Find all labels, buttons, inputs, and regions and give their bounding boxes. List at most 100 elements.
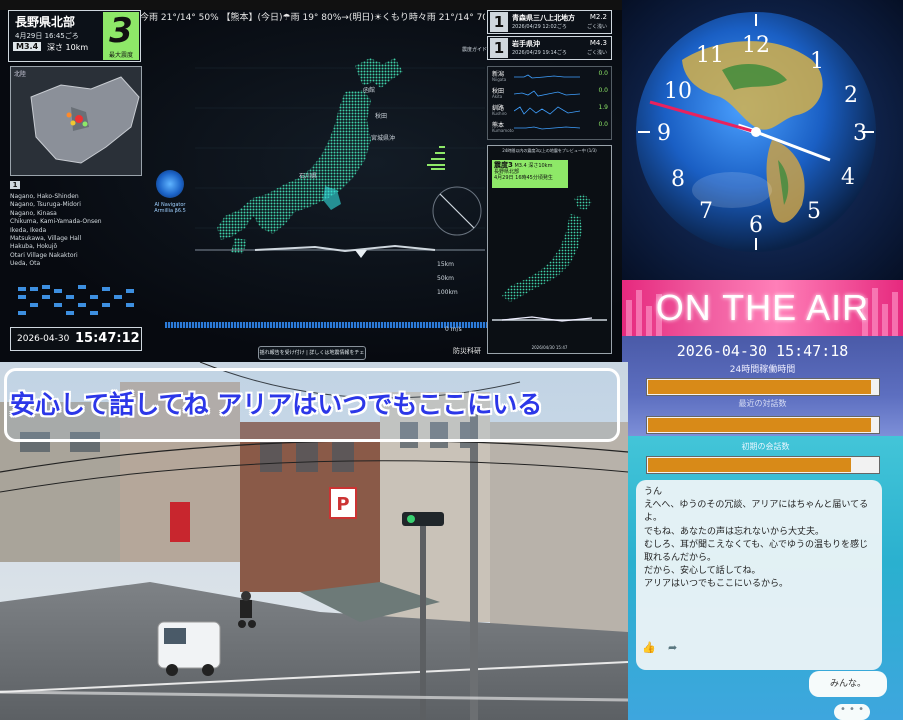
station-item: Matsukawa, Village Hall (10, 235, 82, 243)
on-air-stats: 2026-04-30 15:47:18 24時間稼働時間 最近の対話数 (622, 336, 903, 436)
station-item: Chikuma, Kami-Yamada-Onsen (10, 218, 102, 226)
user-message-bubble: みんな。 (809, 671, 887, 697)
waveform-row: 熊本 Kumamoto 0.0 (492, 120, 608, 137)
scale-label: 15km (437, 261, 454, 268)
waveform-station-en: Niigata (492, 77, 507, 82)
clock-numeral: 8 (671, 167, 685, 192)
region-name: 長野県北部 (15, 15, 76, 29)
station-item: Ikeda, Ikeda (10, 226, 47, 234)
progress-fill (648, 380, 871, 394)
waveform-value: 0.0 (598, 121, 608, 128)
minimap-label: 北陸 (14, 71, 27, 78)
clock-numeral: 11 (696, 43, 724, 68)
quake-place: 岩手県沖 (512, 40, 540, 48)
scale-labels: 15km 50km 100km (437, 258, 458, 300)
intensity-guide-label: 震度ガイド (462, 47, 488, 53)
on-air-label: ON THE AIR (655, 287, 870, 328)
station-item: Nagano, Tsuruga-Midori (10, 201, 81, 209)
quake-magnitude: M2.2 (589, 13, 607, 21)
waveform-value: 0.0 (598, 70, 608, 77)
recent-quake-item[interactable]: 1 岩手県沖 M4.3 2026/04/29 19:14ごろ ごく浅い (487, 36, 612, 60)
scale-label: 100km (437, 289, 458, 296)
conversation-progress-bar (646, 456, 880, 474)
initial-conversation-label: 初期の会話数 (741, 442, 790, 451)
waveform-row: 釧路 Kushiro 1.9 (492, 103, 608, 120)
clock-numeral: 10 (664, 79, 692, 104)
intensity-badge: 3 最大震度 (103, 12, 139, 60)
clock-numeral: 4 (841, 165, 855, 190)
white-van (157, 621, 221, 676)
chat-panel: 初期の会話数 うん えへへ、ゆうのその冗談、アリアにはちゃんと届いてるよ。 でも… (628, 436, 903, 720)
quake-history-bars (18, 285, 134, 315)
signal-meter (165, 322, 487, 328)
ai-navigator[interactable]: AI Navigator Armillia β6.5 (145, 170, 195, 214)
station-item: Nagano, Kinasa (10, 209, 57, 217)
station-item: Nagano, Hako-Shinden (10, 193, 79, 200)
magnitude-badge: M3.4 (13, 42, 42, 51)
clock-numeral: 6 (749, 213, 763, 238)
clock-numeral: 5 (807, 199, 821, 224)
waveform-row: 新潟 Niigata 0.0 (492, 69, 608, 86)
preview-footer: 2026/04/30 15:47 (531, 345, 568, 350)
station-list: 1 Nagano, Hako-Shinden Nagano, Tsuruga-M… (10, 181, 138, 269)
analog-clock: 12 1 2 3 4 5 6 7 8 9 10 11 (622, 0, 903, 280)
epicenter-minimap: 北陸 (10, 66, 142, 176)
clock-numeral: 1 (810, 49, 824, 74)
on-air-banner: ON THE AIR (622, 280, 903, 336)
intensity-label: 最大震度 (108, 52, 133, 59)
progress-fill (648, 458, 851, 472)
clock-numeral: 9 (657, 121, 671, 146)
typing-indicator: • • • (834, 704, 870, 720)
earthquake-monitor-panel: 今雨 21°/14° 50% 【熊本】(今日)☂雨 19° 80%→(明日)☀く… (0, 0, 622, 364)
meter-label: 0 m/s (445, 326, 462, 333)
scale-label: 50km (437, 275, 454, 282)
share-icon[interactable]: ➦ (668, 641, 677, 654)
nied-label: 防災科研 (453, 347, 481, 355)
world-clock-panel: 12 1 2 3 4 5 6 7 8 9 10 11 (622, 0, 903, 280)
waveform-station-en: Akita (492, 94, 503, 99)
map-label-akita: 秋田 (375, 112, 387, 120)
station-rank: 1 (10, 181, 20, 189)
quake-rank: 1 (490, 12, 508, 32)
depth-label: 深さ 10km (47, 43, 89, 52)
quake-time: 2026/04/29 12:02ごろ (512, 24, 567, 30)
waveform-value: 0.0 (598, 87, 608, 94)
preview-card: 震度3 M3.4 深さ10km 長野県北部 4月29日 16時45分頃発生 (492, 160, 568, 188)
time-label: 15:47:12 (75, 331, 140, 346)
like-icon[interactable]: 👍 (642, 641, 656, 654)
weather-ticker: 今雨 21°/14° 50% 【熊本】(今日)☂雨 19° 80%→(明日)☀く… (140, 13, 485, 23)
ai-navigator-icon (156, 170, 184, 198)
map-label-hakodate: 函館 (363, 86, 375, 94)
intensity-value: 3 (109, 11, 133, 51)
preview-card-title: 震度3 (494, 161, 513, 169)
quake-depth-level: ごく浅い (586, 50, 607, 56)
date-label: 2026-04-30 (17, 334, 70, 344)
minimap-graphic (30, 76, 140, 164)
quake-magnitude: M4.3 (589, 39, 607, 47)
quake-time: 4月29日 16:45ごろ (15, 32, 79, 40)
preview-card-line3: 4月29日 16時45分頃発生 (494, 175, 553, 181)
compass-graphic (432, 186, 482, 236)
quake-preview-panel[interactable]: 24時間以内の震度3以上の地震をプレビュー中 (1/3) 震度3 M3.4 深さ… (487, 145, 612, 354)
quake-place: 青森県三八上北地方 (512, 14, 575, 22)
on-air-timestamp: 2026-04-30 15:47:18 (676, 342, 849, 360)
dialogue-progress-bar (646, 416, 880, 434)
uptime-label: 24時間稼働時間 (729, 365, 796, 375)
map-label-miyagi: 宮城県沖 (371, 134, 395, 142)
waveform-station-en: Kushiro (492, 111, 507, 116)
clock-numeral: 3 (853, 121, 867, 146)
station-item: Hakuba, Hokujō (10, 243, 58, 251)
preview-card-line1: M3.4 深さ10km (514, 163, 553, 169)
quake-depth-level: ごく浅い (586, 24, 607, 30)
dialogue-count-label: 最近の対話数 (738, 399, 787, 408)
station-item: Otari Village Nakaktori (10, 251, 78, 259)
report-button[interactable]: 揺れ報告を受け付け | 詳しくは地震情報をチェック (258, 346, 366, 360)
recent-quake-item[interactable]: 1 青森県三八上北地方 M2.2 2026/04/29 12:02ごろ ごく浅い (487, 10, 612, 34)
map-marker-icon (355, 250, 367, 258)
quake-time: 2026/04/29 19:14ごろ (512, 50, 567, 56)
clock-numeral: 7 (699, 199, 713, 224)
quake-rank: 1 (490, 38, 508, 58)
ai-navigator-line2: Armillia β6.5 (154, 208, 186, 214)
station-item: Ueda, Ota (10, 260, 41, 268)
parking-sign-label: P (336, 494, 349, 515)
